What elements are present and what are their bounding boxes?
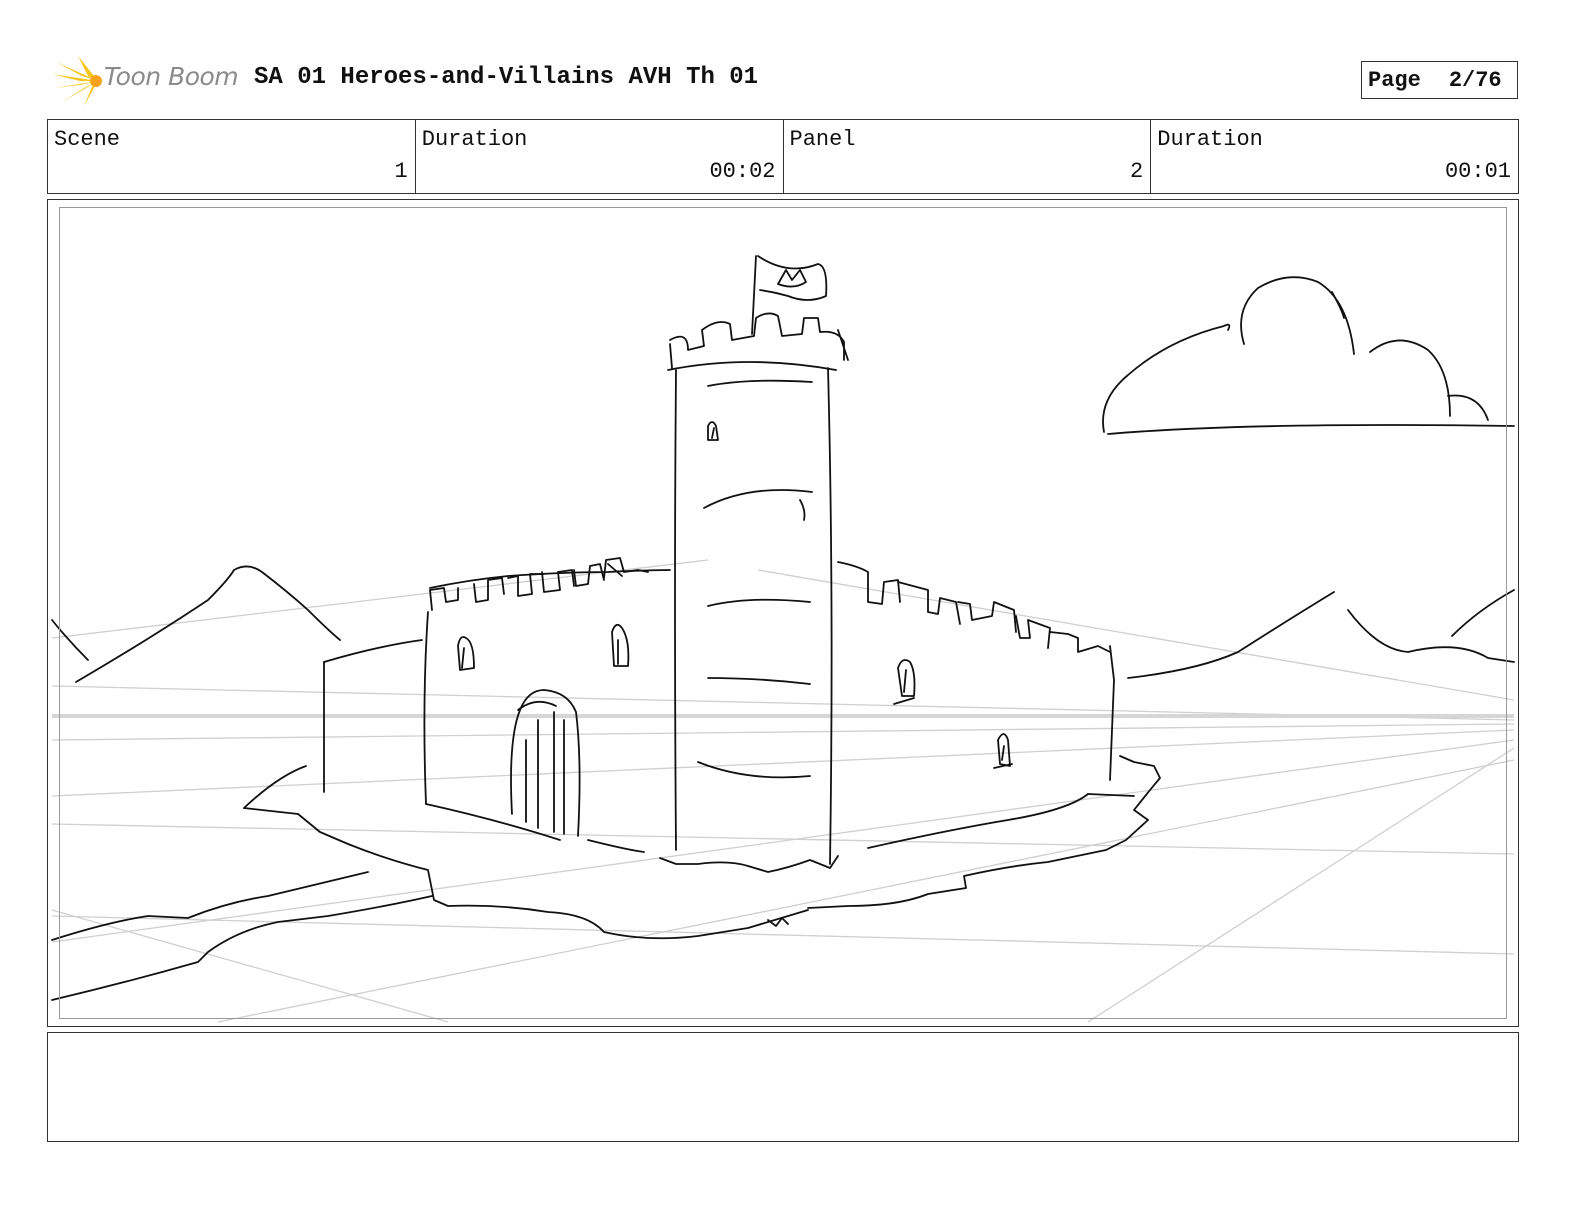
logo-text: Toon Boom — [104, 62, 239, 91]
panel-cell: Panel 2 — [784, 120, 1152, 193]
scene-duration-cell: Duration 00:02 — [416, 120, 784, 193]
panel-safe-area — [59, 207, 1507, 1019]
panel-label: Panel — [789, 127, 856, 152]
scene-duration-value: 00:02 — [709, 159, 776, 184]
storyboard-title: SA 01 Heroes-and-Villains AVH Th 01 — [254, 64, 759, 91]
page-number: 2/76 — [1448, 67, 1502, 93]
panel-value: 2 — [1130, 159, 1144, 184]
panel-duration-label: Duration — [1157, 127, 1263, 152]
page-label: Page — [1368, 67, 1421, 93]
panel-duration-value: 00:01 — [1444, 159, 1511, 184]
scene-value: 1 — [394, 159, 408, 184]
scene-duration-label: Duration — [421, 127, 528, 152]
action-notes-box[interactable] — [47, 1032, 1519, 1142]
scene-cell: Scene 1 — [48, 120, 416, 193]
storyboard-panel — [47, 199, 1519, 1027]
page-indicator: Page 2/76 — [1361, 61, 1518, 99]
starburst-icon — [52, 56, 102, 106]
scene-info-table: Scene 1 Duration 00:02 Panel 2 Duration … — [47, 119, 1519, 194]
panel-duration-cell: Duration 00:01 — [1151, 120, 1518, 193]
scene-label: Scene — [54, 127, 121, 152]
